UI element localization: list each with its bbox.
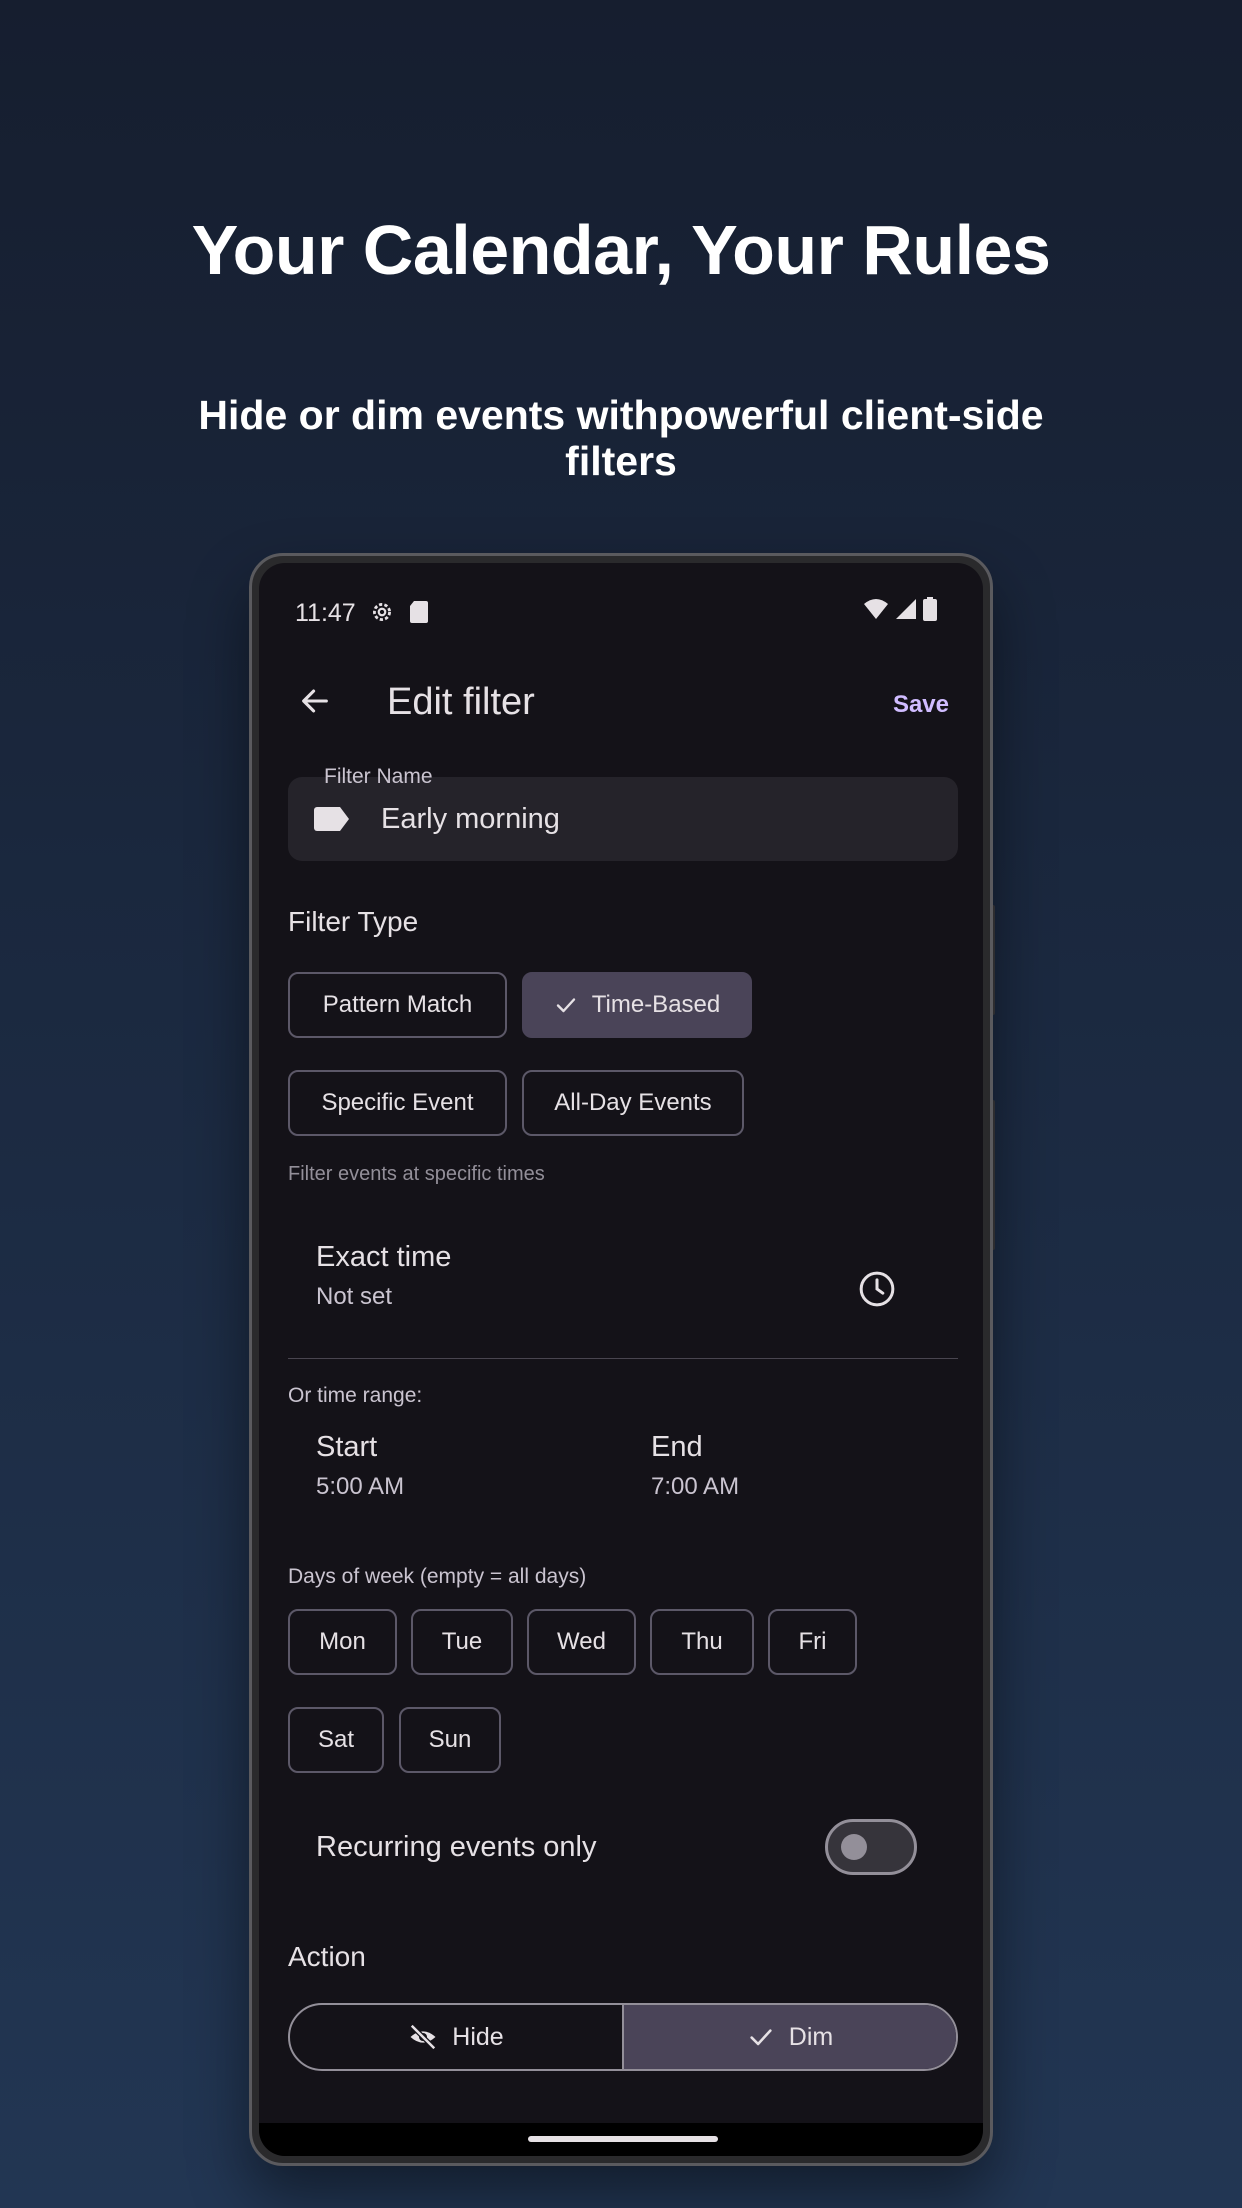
- settings-gear-icon: [369, 599, 395, 630]
- chip-label: Thu: [681, 1628, 723, 1655]
- chip-label: Mon: [319, 1628, 366, 1655]
- start-label: Start: [316, 1431, 378, 1463]
- action-heading: Action: [288, 1941, 366, 1972]
- arrow-back-icon: [298, 684, 332, 723]
- promo-subhead: Hide or dim events withpowerful client-s…: [198, 392, 1044, 484]
- wifi-icon: [863, 598, 889, 625]
- action-dim-button[interactable]: Dim: [622, 2005, 956, 2069]
- chip-specific-event[interactable]: Specific Event: [288, 1070, 507, 1136]
- chip-pattern-match[interactable]: Pattern Match: [288, 972, 507, 1038]
- cell-signal-icon: [895, 598, 917, 625]
- chip-day-thu[interactable]: Thu: [650, 1609, 754, 1675]
- chip-time-based[interactable]: Time-Based: [522, 972, 752, 1038]
- chip-label: Specific Event: [321, 1089, 474, 1116]
- check-icon: [554, 993, 578, 1017]
- end-label: End: [651, 1431, 703, 1463]
- chip-label: Time-Based: [591, 991, 721, 1018]
- home-gesture-handle[interactable]: [528, 2136, 718, 2142]
- page-title: Edit filter: [387, 681, 535, 723]
- phone-frame: 11:47 Edit filter Save Filter Name Early…: [249, 553, 993, 2166]
- check-icon: [747, 2023, 775, 2051]
- battery-icon: [923, 597, 937, 626]
- label-tag-icon: [314, 807, 350, 836]
- chip-day-sat[interactable]: Sat: [288, 1707, 384, 1773]
- sd-card-icon: [409, 600, 429, 629]
- clock-icon[interactable]: [857, 1269, 897, 1314]
- chip-day-fri[interactable]: Fri: [768, 1609, 857, 1675]
- filter-name-input[interactable]: Early morning: [381, 803, 560, 836]
- chip-day-sun[interactable]: Sun: [399, 1707, 501, 1773]
- filter-type-heading: Filter Type: [288, 906, 419, 937]
- chip-label: Sun: [428, 1726, 472, 1753]
- chip-all-day-events[interactable]: All-Day Events: [522, 1070, 744, 1136]
- chip-label: Fri: [798, 1628, 827, 1655]
- chip-day-tue[interactable]: Tue: [411, 1609, 513, 1675]
- toggle-knob: [841, 1834, 867, 1860]
- action-hide-label: Hide: [452, 2022, 504, 2051]
- exact-time-value: Not set: [316, 1283, 393, 1310]
- recurring-label: Recurring events only: [316, 1831, 597, 1863]
- end-value: 7:00 AM: [651, 1473, 740, 1500]
- action-segmented-control: Hide Dim: [288, 2003, 958, 2071]
- chip-label: Tue: [441, 1628, 483, 1655]
- status-icons: [863, 597, 937, 626]
- chip-label: Wed: [557, 1628, 606, 1655]
- chip-label: All-Day Events: [554, 1089, 712, 1116]
- filter-name-label: Filter Name: [324, 765, 433, 788]
- filter-type-helper: Filter events at specific times: [288, 1163, 545, 1185]
- exact-time-title: Exact time: [316, 1241, 452, 1273]
- action-dim-label: Dim: [788, 2022, 834, 2051]
- visibility-off-icon: [408, 2022, 438, 2052]
- back-button[interactable]: [285, 673, 345, 733]
- time-range-label: Or time range:: [288, 1384, 423, 1407]
- chip-label: Sat: [317, 1726, 355, 1753]
- chip-day-wed[interactable]: Wed: [527, 1609, 636, 1675]
- phone-screen: 11:47 Edit filter Save Filter Name Early…: [259, 563, 983, 2156]
- start-value: 5:00 AM: [316, 1473, 405, 1500]
- recurring-toggle[interactable]: [825, 1819, 917, 1875]
- save-button[interactable]: Save: [893, 691, 949, 719]
- chip-label: Pattern Match: [322, 991, 473, 1018]
- promo-headline: Your Calendar, Your Rules: [191, 211, 1051, 289]
- divider: [288, 1358, 958, 1359]
- days-label: Days of week (empty = all days): [288, 1565, 587, 1588]
- status-time: 11:47: [295, 599, 356, 627]
- chip-day-mon[interactable]: Mon: [288, 1609, 397, 1675]
- action-hide-button[interactable]: Hide: [290, 2005, 622, 2069]
